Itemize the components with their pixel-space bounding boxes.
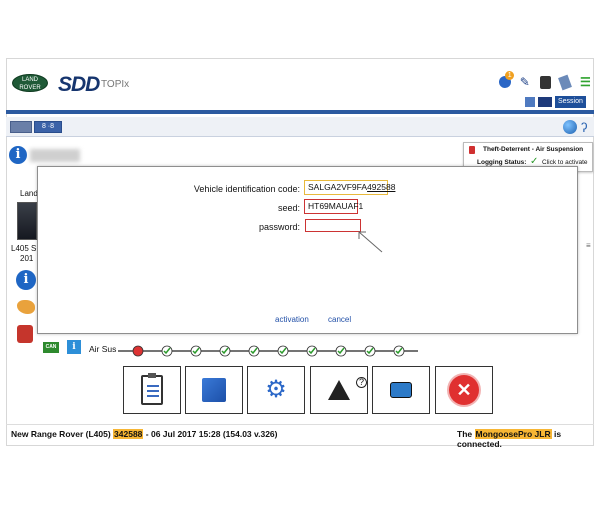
camera-button[interactable]: [372, 366, 430, 414]
warning-button[interactable]: ?: [310, 366, 368, 414]
gears-icon: ⚙: [265, 376, 287, 403]
ok-node-icon[interactable]: [161, 345, 173, 357]
logging-status-label: Logging Status:: [477, 159, 527, 166]
vci-icon[interactable]: [537, 74, 552, 90]
recorder-icon[interactable]: [17, 325, 33, 343]
activation-button[interactable]: activation: [275, 315, 309, 324]
blurred-title: [30, 149, 80, 162]
close-icon: ✕: [449, 375, 479, 405]
device-name: MongoosePro JLR: [474, 429, 552, 439]
vehicle-image: [17, 202, 37, 240]
settings-button[interactable]: ⚙: [247, 366, 305, 414]
ok-node-icon[interactable]: [335, 345, 347, 357]
waveform-button[interactable]: [185, 366, 243, 414]
vehicle-name: New Range Rover (L405): [11, 429, 111, 439]
toolbar-tab-1[interactable]: [10, 121, 32, 133]
ok-node-icon[interactable]: [364, 345, 376, 357]
info-icon[interactable]: i: [9, 146, 27, 164]
vehicle-info-icon[interactable]: i: [16, 270, 36, 290]
checklist-button[interactable]: [123, 366, 181, 414]
connection-status: The MongoosePro JLR is connected.: [457, 429, 600, 449]
ok-node-icon[interactable]: [190, 345, 202, 357]
land-rover-logo: LAND ROVER: [12, 74, 48, 92]
vin-short: 342588: [113, 429, 144, 439]
ok-node-icon[interactable]: [248, 345, 260, 357]
cancel-button[interactable]: cancel: [328, 315, 351, 324]
question-icon: ?: [356, 377, 367, 388]
tools-icon[interactable]: ✎: [517, 74, 532, 90]
network-chain: [118, 345, 418, 357]
module-label: Air Sus: [89, 344, 117, 354]
pointer-arrow-icon: [358, 231, 383, 253]
keyboard-icon[interactable]: [538, 97, 552, 107]
seed-label: seed:: [277, 203, 300, 213]
stop-node-icon[interactable]: [132, 345, 144, 357]
vin-suffix: 492588: [367, 182, 396, 192]
password-label: password:: [258, 222, 300, 232]
module-info-icon[interactable]: i: [67, 340, 81, 354]
animal-icon[interactable]: [17, 300, 35, 314]
activate-link[interactable]: Click to activate: [542, 159, 588, 166]
vehicle-status: New Range Rover (L405) 342588 - 06 Jul 2…: [11, 429, 277, 439]
vehicle-year-text: 201: [20, 254, 34, 263]
toolbar-tab-2[interactable]: 8 ·8: [34, 121, 62, 133]
clipboard-icon: [141, 373, 163, 405]
header-toolbar: 1 ✎ ☰: [497, 71, 593, 92]
alert-title: Theft-Deterrent - Air Suspension: [483, 146, 584, 153]
ok-node-icon[interactable]: [393, 345, 405, 357]
book-icon[interactable]: [525, 97, 535, 107]
waveform-icon: [202, 378, 226, 402]
app-name: SDD: [58, 73, 100, 96]
lock-icon: [469, 146, 475, 154]
session-button[interactable]: Session: [555, 96, 586, 108]
notification-badge: 1: [505, 71, 515, 80]
vin-value: SALGA2VF9FA492588: [304, 180, 395, 195]
signal-icon[interactable]: ☰: [578, 74, 593, 90]
ok-node-icon[interactable]: [219, 345, 231, 357]
seed-value: HT69MAUAF1: [304, 199, 363, 214]
vin-prefix: SALGA2VF9FA: [308, 182, 368, 192]
header-divider: [6, 110, 594, 114]
help-icon[interactable]: ʔ: [581, 120, 588, 135]
secondary-toolbar: [6, 117, 594, 137]
notification-icon[interactable]: 1: [497, 71, 515, 90]
camera-icon: [390, 382, 412, 398]
can-bus-icon[interactable]: CAN: [43, 342, 59, 353]
tag-icon[interactable]: [558, 74, 573, 90]
warning-icon: [328, 380, 350, 400]
scroll-handle[interactable]: ≡: [586, 241, 591, 250]
vehicle-brand-text: Land: [20, 189, 38, 198]
ok-node-icon[interactable]: [277, 345, 289, 357]
connection-prefix: The: [457, 429, 473, 439]
app-subtitle: TOPIx: [101, 79, 130, 90]
session-toolbar: Session: [525, 96, 595, 108]
ok-node-icon[interactable]: [306, 345, 318, 357]
password-input[interactable]: [305, 219, 361, 232]
close-button[interactable]: ✕: [435, 366, 493, 414]
session-date: - 06 Jul 2017 15:28 (154.03 v.326): [145, 429, 278, 439]
globe-icon[interactable]: [563, 120, 577, 134]
vin-label: Vehicle identification code:: [193, 184, 300, 194]
